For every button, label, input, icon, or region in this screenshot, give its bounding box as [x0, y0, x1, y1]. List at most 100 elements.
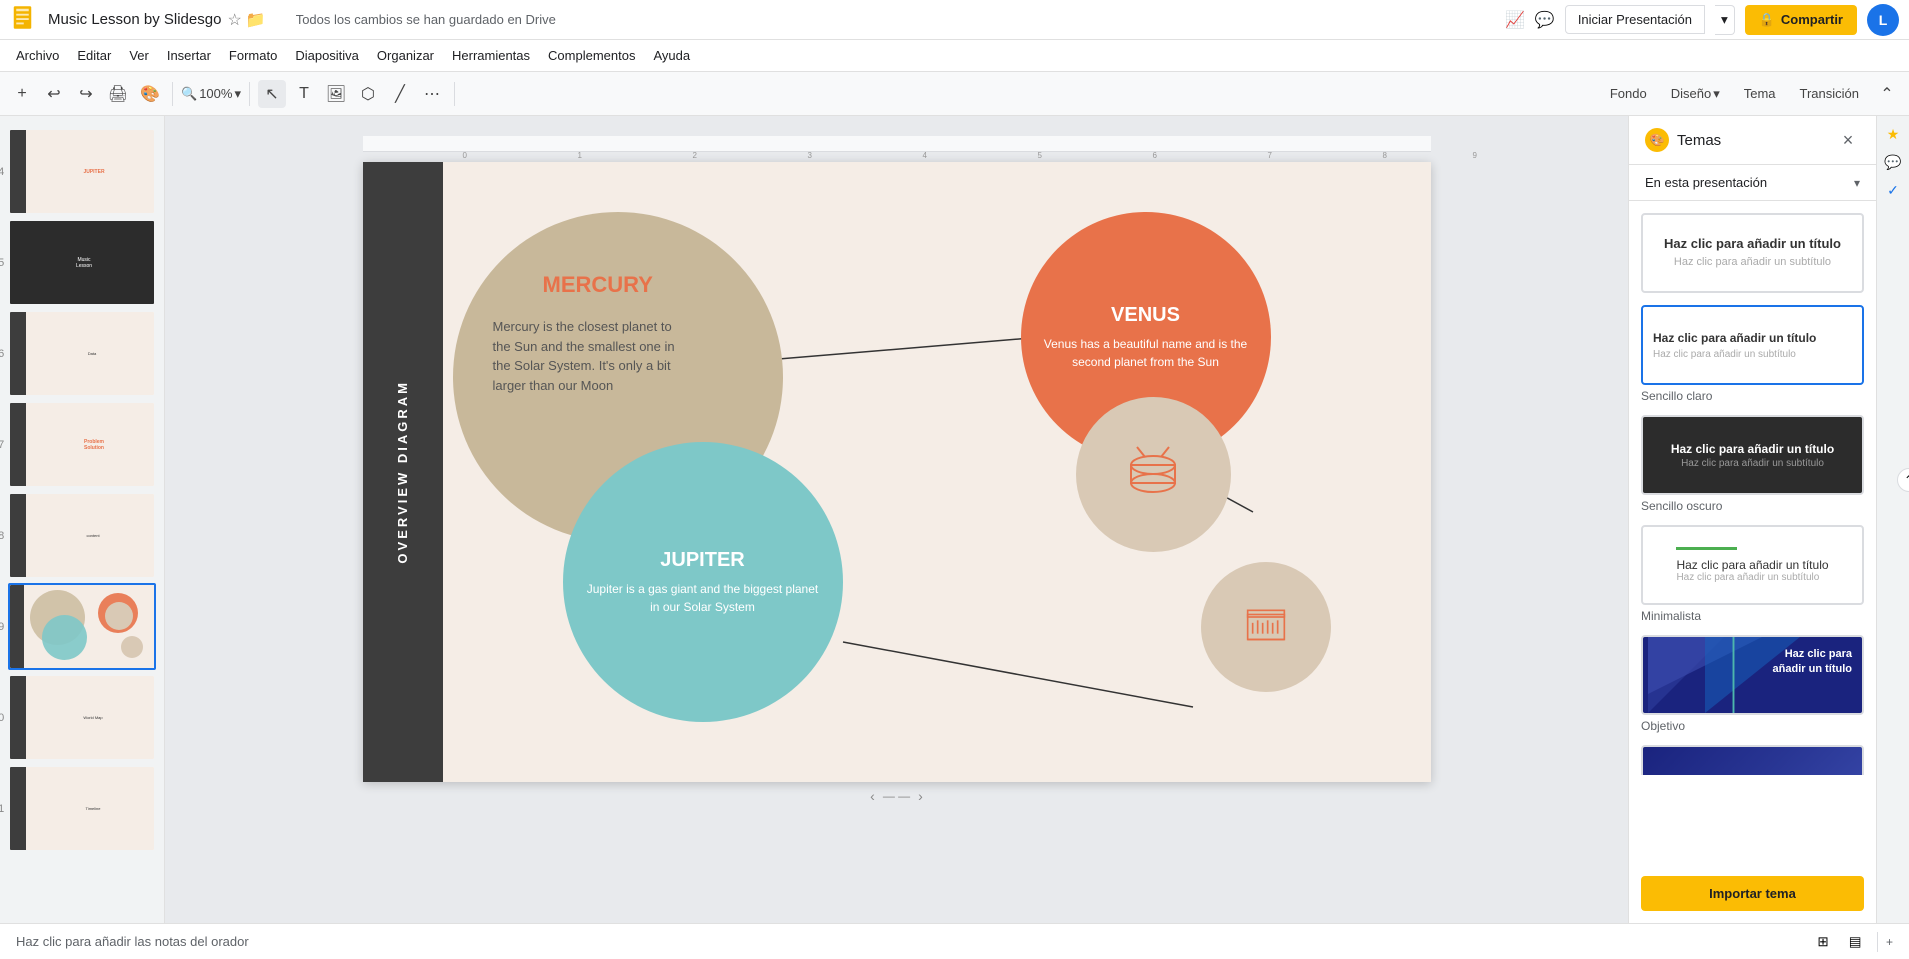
diseno-arrow: ▾	[1713, 86, 1720, 102]
app-logo[interactable]	[10, 5, 40, 35]
tema-button[interactable]: Tema	[1734, 82, 1786, 105]
undo-button[interactable]: ↩	[40, 80, 68, 108]
slide-thumb-inner-20: World Map	[10, 676, 154, 759]
main-area: 14 JUPITER 15 MusicLesson 16	[0, 116, 1909, 923]
slide-num-21: 21	[0, 803, 4, 815]
theme-item-1[interactable]: Haz clic para añadir un título Haz clic …	[1641, 305, 1864, 403]
check-icon[interactable]: ✓	[1881, 178, 1905, 202]
menu-archivo[interactable]: Archivo	[8, 44, 67, 67]
zoom-out-icon[interactable]: 🔍	[181, 86, 197, 102]
theme-preview-0[interactable]: Haz clic para añadir un título Haz clic …	[1641, 213, 1864, 293]
canvas-area[interactable]: 0 1 2 3 4 5 6 7 8 9 OVERVIEW DIAGRAM	[165, 116, 1628, 923]
menu-complementos[interactable]: Complementos	[540, 44, 643, 67]
trending-icon[interactable]: 📈	[1505, 10, 1525, 30]
themes-filter[interactable]: En esta presentación ▾	[1629, 165, 1876, 201]
slide-thumb-15[interactable]: 15 MusicLesson	[8, 219, 156, 306]
slide-thumb-inner-15: MusicLesson	[10, 221, 154, 304]
theme-item-4[interactable]: Haz clic paraañadir un título Objetivo	[1641, 635, 1864, 733]
zoom-chevron[interactable]: ▾	[234, 86, 241, 102]
menu-herramientas[interactable]: Herramientas	[444, 44, 538, 67]
document-title[interactable]: Music Lesson by Slidesgo	[48, 11, 221, 28]
separator3	[454, 82, 455, 106]
slide-thumb-19[interactable]: 19	[8, 583, 156, 670]
close-panel-button[interactable]: ×	[1836, 128, 1860, 152]
theme-preview-2[interactable]: Haz clic para añadir un título Haz clic …	[1641, 415, 1864, 495]
slide-thumb-17[interactable]: 17 ProblemSolution	[8, 401, 156, 488]
slide-panel[interactable]: 14 JUPITER 15 MusicLesson 16	[0, 116, 165, 923]
share-button[interactable]: 🔒 Compartir	[1745, 5, 1857, 35]
view-buttons: ⊞ ▤ +	[1809, 928, 1893, 956]
small-circle-2	[1076, 397, 1231, 552]
avatar[interactable]: L	[1867, 4, 1899, 36]
menu-ver[interactable]: Ver	[121, 44, 157, 67]
line-tool[interactable]: ╱	[386, 80, 414, 108]
slide-thumb-20[interactable]: 20 World Map	[8, 674, 156, 761]
collapse-panel-button[interactable]: ⌃	[1873, 80, 1901, 108]
shape-tool[interactable]: ⬡	[354, 80, 382, 108]
venus-text: Venus has a beautiful name and is the se…	[1021, 335, 1271, 371]
slide-num-14: 14	[0, 166, 4, 178]
saved-status: Todos los cambios se han guardado en Dri…	[296, 12, 556, 27]
jupiter-circle[interactable]: JUPITER Jupiter is a gas giant and the b…	[563, 442, 843, 722]
transicion-button[interactable]: Transición	[1790, 82, 1869, 105]
present-arrow-button[interactable]: ▾	[1715, 5, 1735, 35]
paint-button[interactable]: 🎨	[136, 80, 164, 108]
theme-preview-1[interactable]: Haz clic para añadir un título Haz clic …	[1641, 305, 1864, 385]
comment-icon[interactable]: 💬	[1535, 10, 1555, 30]
cursor-tool[interactable]: ↖	[258, 80, 286, 108]
zoom-fit-button[interactable]: +	[1886, 935, 1893, 949]
theme-item-2[interactable]: Haz clic para añadir un título Haz clic …	[1641, 415, 1864, 513]
topbar-actions: 📈 💬 Iniciar Presentación ▾ 🔒 Compartir L	[1505, 4, 1899, 36]
slide-canvas[interactable]: OVERVIEW DIAGRAM MERCURY	[363, 162, 1431, 782]
themes-list: Haz clic para añadir un título Haz clic …	[1629, 201, 1876, 864]
comments-icon[interactable]: 💬	[1881, 150, 1905, 174]
share-label: Compartir	[1781, 12, 1843, 27]
theme-preview-4[interactable]: Haz clic paraañadir un título	[1641, 635, 1864, 715]
grid-view-button[interactable]: ⊞	[1809, 928, 1837, 956]
slide-thumb-21[interactable]: 21 Timeline	[8, 765, 156, 852]
explore-icon[interactable]: ★	[1881, 122, 1905, 146]
image-tool[interactable]: 🖼	[322, 80, 350, 108]
slide-thumb-14[interactable]: 14 JUPITER	[8, 128, 156, 215]
more-tools[interactable]: ⋯	[418, 80, 446, 108]
slide-num-18: 18	[0, 530, 4, 542]
star-icon[interactable]: ☆	[227, 10, 241, 30]
menu-diapositiva[interactable]: Diapositiva	[287, 44, 367, 67]
list-view-button[interactable]: ▤	[1841, 928, 1869, 956]
print-button[interactable]: 🖨	[104, 80, 132, 108]
theme-item-0[interactable]: Haz clic para añadir un título Haz clic …	[1641, 213, 1864, 293]
mercury-title[interactable]: MERCURY	[543, 272, 653, 298]
menu-organizar[interactable]: Organizar	[369, 44, 442, 67]
redo-button[interactable]: ↪	[72, 80, 100, 108]
menu-insertar[interactable]: Insertar	[159, 44, 219, 67]
slide-thumb-18[interactable]: 18 content	[8, 492, 156, 579]
theme-item-3[interactable]: Haz clic para añadir un título Haz clic …	[1641, 525, 1864, 623]
speaker-notes-placeholder[interactable]: Haz clic para añadir las notas del orado…	[16, 934, 249, 949]
menu-editar[interactable]: Editar	[69, 44, 119, 67]
menu-ayuda[interactable]: Ayuda	[645, 44, 698, 67]
small-circle-1	[1201, 562, 1331, 692]
import-theme-button[interactable]: Importar tema	[1641, 876, 1864, 911]
slide-container[interactable]: OVERVIEW DIAGRAM MERCURY	[363, 162, 1431, 782]
fondo-button[interactable]: Fondo	[1600, 82, 1657, 105]
mercury-text[interactable]: Mercury is the closest planet to the Sun…	[493, 317, 693, 395]
theme-item-5[interactable]	[1641, 745, 1864, 775]
theme-name-1: Sencillo claro	[1641, 389, 1864, 403]
slide-thumb-16[interactable]: 16 Data	[8, 310, 156, 397]
present-button[interactable]: Iniciar Presentación	[1565, 5, 1705, 34]
themes-panel-header: 🎨 Temas ×	[1629, 116, 1876, 165]
menubar: Archivo Editar Ver Insertar Formato Diap…	[0, 40, 1909, 72]
theme-preview-3[interactable]: Haz clic para añadir un título Haz clic …	[1641, 525, 1864, 605]
add-button[interactable]: +	[8, 80, 36, 108]
theme-preview-5[interactable]	[1641, 745, 1864, 775]
theme-name-3: Minimalista	[1641, 609, 1864, 623]
diseno-button[interactable]: Diseño ▾	[1661, 82, 1730, 106]
zoom-control[interactable]: 🔍 100% ▾	[181, 86, 241, 102]
next-arrow[interactable]: ›	[918, 788, 923, 804]
menu-formato[interactable]: Formato	[221, 44, 285, 67]
folder-icon[interactable]: 📁	[246, 10, 266, 30]
theme-name-4: Objetivo	[1641, 719, 1864, 733]
text-tool[interactable]: T	[290, 80, 318, 108]
zoom-level[interactable]: 100%	[199, 86, 232, 101]
prev-arrow[interactable]: ‹	[870, 788, 875, 804]
